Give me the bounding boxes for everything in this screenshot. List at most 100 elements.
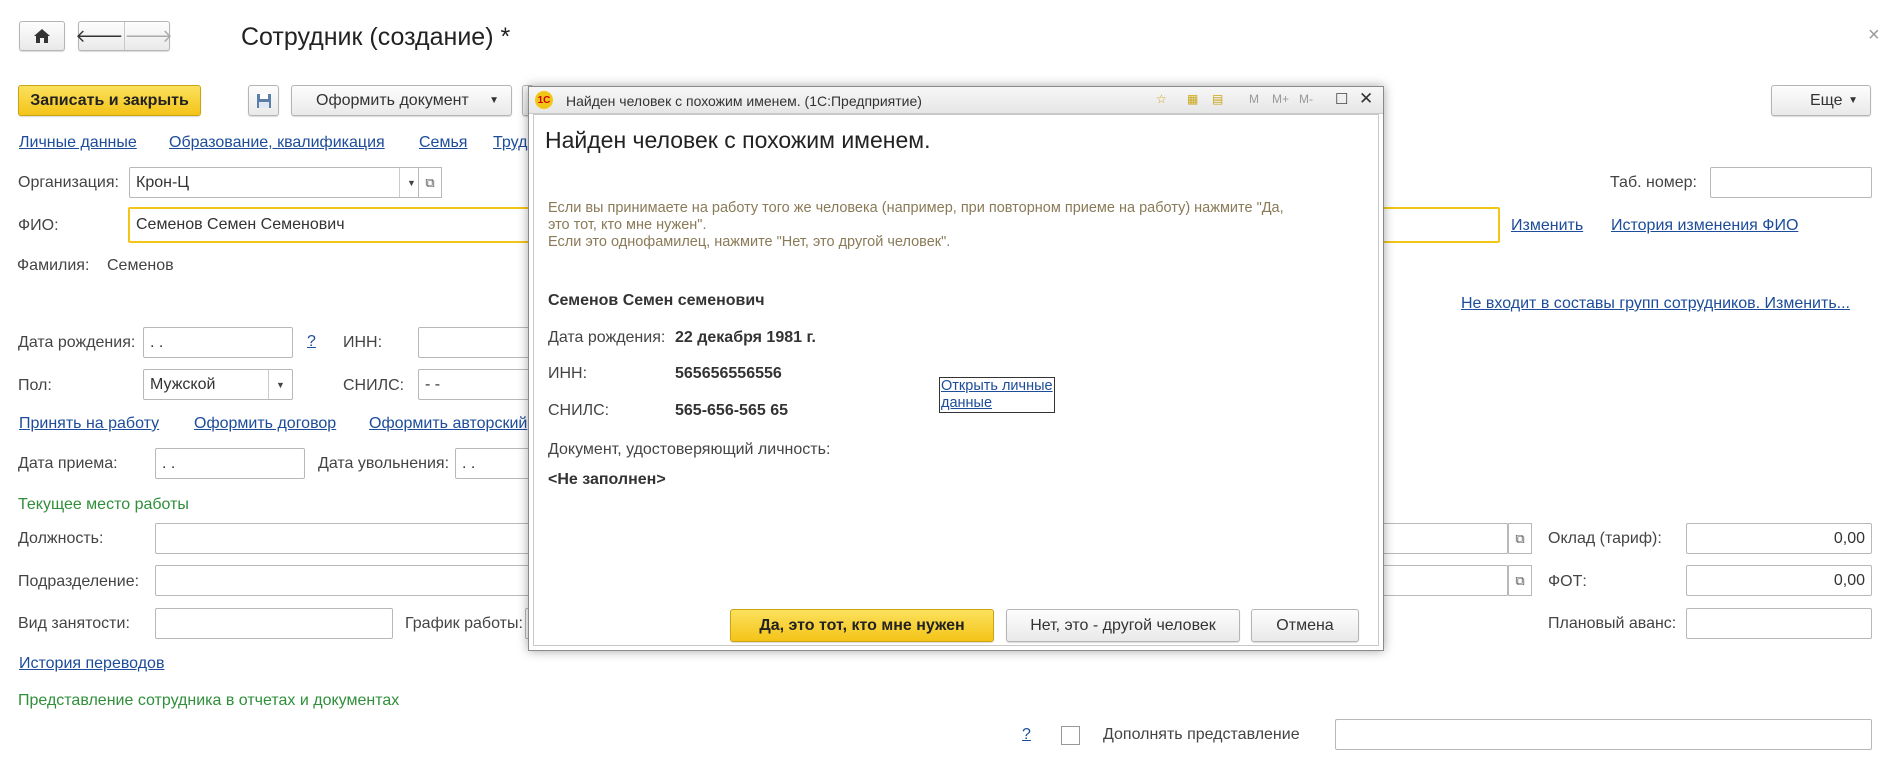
department-label: Подразделение: xyxy=(18,573,140,590)
save-and-close-button[interactable]: Записать и закрыть xyxy=(18,85,201,116)
gender-field[interactable]: Мужской ▼ xyxy=(143,369,293,400)
chevron-down-icon: ▼ xyxy=(489,95,499,106)
fio-history-link[interactable]: История изменения ФИО xyxy=(1611,217,1798,235)
snils-field[interactable]: - - xyxy=(418,369,538,400)
dialog-snils-value: 565-656-565 65 xyxy=(675,402,788,419)
tab-family[interactable]: Семья xyxy=(419,134,467,152)
surname-label: Фамилия: xyxy=(17,257,90,274)
chevron-down-icon: ▼ xyxy=(1848,95,1858,106)
dialog-title: Найден человек с похожим именем. (1С:Пре… xyxy=(566,93,922,109)
open-personal-line1: Открыть личные xyxy=(941,378,1053,394)
similar-person-dialog: 1С Найден человек с похожим именем. (1С:… xyxy=(528,86,1384,651)
memory-minus-icon[interactable]: M- xyxy=(1299,92,1313,106)
identity-doc-value: <Не заполнен> xyxy=(548,471,666,488)
tab-personal-data[interactable]: Личные данные xyxy=(19,134,137,152)
org-field[interactable]: Крон-Ц ▼ xyxy=(129,167,424,198)
dismiss-date-field[interactable]: . . xyxy=(455,448,538,479)
nav-buttons: 🡐 🡒 xyxy=(75,21,173,51)
1c-logo-icon: 1С xyxy=(535,91,553,109)
save-button[interactable] xyxy=(248,85,279,116)
page-title: Сотрудник (создание) * xyxy=(241,23,511,51)
birth-date-label: Дата рождения: xyxy=(18,334,136,351)
more-button[interactable]: Еще ▼ xyxy=(1771,85,1871,116)
cancel-button[interactable]: Отмена xyxy=(1251,609,1359,642)
contract-link[interactable]: Оформить договор xyxy=(194,415,336,433)
dialog-title-bar: 1С Найден человек с похожим именем. (1С:… xyxy=(529,87,1383,114)
salary-field[interactable]: 0,00 xyxy=(1686,523,1872,554)
gender-label: Пол: xyxy=(18,377,52,394)
make-document-button[interactable]: Оформить документ ▼ xyxy=(291,85,512,116)
dialog-inn-value: 565656556556 xyxy=(675,365,782,382)
tab-number-field[interactable] xyxy=(1710,167,1872,198)
hire-link[interactable]: Принять на работу xyxy=(19,415,159,433)
snils-label: СНИЛС: xyxy=(343,377,405,394)
close-icon[interactable]: × xyxy=(1868,24,1880,47)
fio-label: ФИО: xyxy=(18,217,59,234)
dialog-snils-label: СНИЛС: xyxy=(548,402,610,419)
inn-label: ИНН: xyxy=(343,334,383,351)
hire-date-field[interactable]: . . xyxy=(155,448,305,479)
calendar-icon[interactable]: ▤ xyxy=(1212,92,1223,106)
dialog-inn-label: ИНН: xyxy=(548,365,588,382)
favorite-icon[interactable]: ☆ xyxy=(1156,92,1167,106)
employment-type-label: Вид занятости: xyxy=(18,615,130,632)
memory-plus-icon[interactable]: M+ xyxy=(1272,92,1289,106)
calculator-icon[interactable]: ▦ xyxy=(1187,92,1198,106)
employment-type-field[interactable] xyxy=(155,608,393,639)
help-icon[interactable]: ? xyxy=(1022,726,1031,744)
memory-m-icon[interactable]: M xyxy=(1249,92,1259,106)
gender-value: Мужской xyxy=(150,375,216,393)
back-arrow-icon[interactable]: 🡐 xyxy=(75,22,125,50)
more-label: Еще xyxy=(1810,91,1843,109)
fot-field[interactable]: 0,00 xyxy=(1686,565,1872,596)
message-line: Если это однофамилец, нажмите "Нет, это … xyxy=(548,234,951,250)
dropdown-arrow-icon[interactable]: ▼ xyxy=(268,370,292,399)
identity-doc-label: Документ, удостоверяющий личность: xyxy=(548,441,831,458)
author-contract-link[interactable]: Оформить авторский xyxy=(369,415,527,433)
message-line: это тот, кто мне нужен". xyxy=(548,217,707,233)
org-label: Организация: xyxy=(18,174,119,191)
open-position-icon[interactable]: ⧉ xyxy=(1508,523,1532,554)
no-other-person-button[interactable]: Нет, это - другой человек xyxy=(1006,609,1240,642)
help-icon[interactable]: ? xyxy=(307,333,316,351)
dialog-body: Найден человек с похожим именем. Если вы… xyxy=(533,114,1379,646)
surname-value: Семенов xyxy=(107,257,174,274)
complement-label: Дополнять представление xyxy=(1103,726,1300,743)
hire-date-label: Дата приема: xyxy=(18,455,118,472)
open-org-icon[interactable]: ⧉ xyxy=(418,167,442,198)
make-document-label: Оформить документ xyxy=(316,91,469,109)
close-icon[interactable]: ✕ xyxy=(1359,89,1373,109)
schedule-label: График работы: xyxy=(405,615,523,632)
home-button[interactable] xyxy=(19,21,65,51)
groups-link[interactable]: Не входит в составы групп сотрудников. И… xyxy=(1461,295,1850,313)
inn-field[interactable] xyxy=(418,327,538,358)
dialog-birth-label: Дата рождения: xyxy=(548,329,666,346)
tab-number-label: Таб. номер: xyxy=(1610,174,1697,191)
dialog-heading: Найден человек с похожим именем. xyxy=(545,127,931,153)
yes-same-person-button[interactable]: Да, это тот, кто мне нужен xyxy=(730,609,994,642)
complement-checkbox[interactable] xyxy=(1061,726,1080,745)
position-label: Должность: xyxy=(18,530,104,547)
dialog-birth-value: 22 декабря 1981 г. xyxy=(675,329,816,346)
salary-label: Оклад (тариф): xyxy=(1548,530,1662,547)
change-fio-link[interactable]: Изменить xyxy=(1511,217,1583,235)
advance-label: Плановый аванс: xyxy=(1548,615,1677,632)
open-personal-line2: данные xyxy=(941,395,993,411)
current-job-section: Текущее место работы xyxy=(18,496,189,513)
dismiss-date-label: Дата увольнения: xyxy=(318,455,450,472)
org-value: Крон-Ц xyxy=(136,173,190,191)
tab-education[interactable]: Образование, квалификация xyxy=(169,134,385,152)
forward-arrow-icon[interactable]: 🡒 xyxy=(125,22,173,50)
representation-field[interactable] xyxy=(1335,719,1872,750)
transfer-history-link[interactable]: История переводов xyxy=(19,655,164,673)
birth-date-field[interactable]: . . xyxy=(143,327,293,358)
message-line: Если вы принимаете на работу того же чел… xyxy=(548,200,1284,216)
maximize-icon[interactable]: ☐ xyxy=(1335,90,1348,108)
fot-label: ФОТ: xyxy=(1548,573,1587,590)
advance-field[interactable] xyxy=(1686,608,1872,639)
open-personal-data-link[interactable]: Открыть личные данные xyxy=(939,377,1055,413)
open-department-icon[interactable]: ⧉ xyxy=(1508,565,1532,596)
representation-section: Представление сотрудника в отчетах и док… xyxy=(18,692,400,709)
dialog-message: Если вы принимаете на работу того же чел… xyxy=(548,200,1284,251)
home-icon xyxy=(34,29,50,43)
